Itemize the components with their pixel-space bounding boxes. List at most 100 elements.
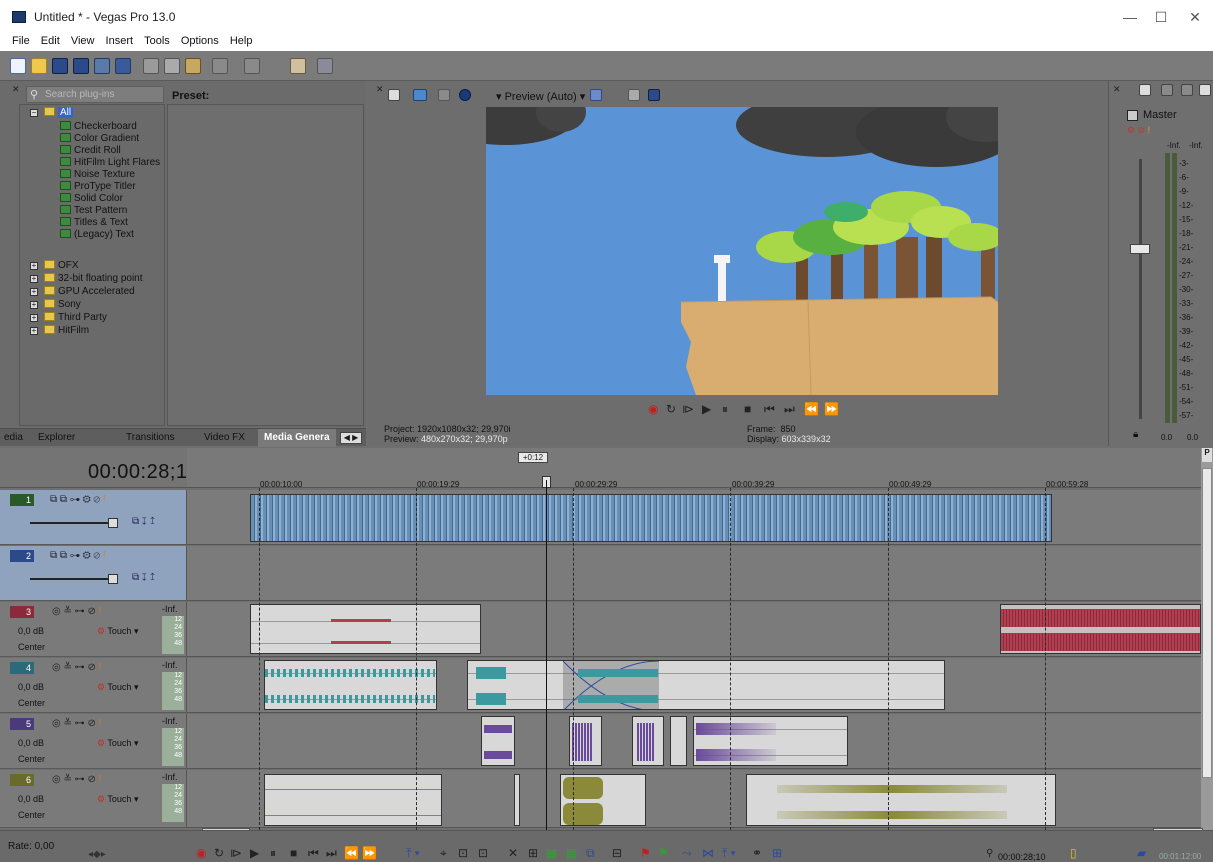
minimize-button[interactable]: — xyxy=(1115,6,1145,28)
track-fx-icons[interactable]: ⧉ ⧉ ⊶ ⚙ ⊘ ! xyxy=(50,550,106,561)
track-fx-icons[interactable]: ⧉ ⧉ ⊶ ⚙ ⊘ ! xyxy=(50,494,106,505)
menu-view[interactable]: View xyxy=(67,34,99,49)
expand-icon[interactable]: + xyxy=(30,262,38,270)
track-header-6[interactable]: 6 ◎ ≚ ⊶ ⊘ ! -Inf. 0,0 dB ⚙ Touch ▾ Cente… xyxy=(0,770,187,828)
lock-envelopes-icon[interactable]: ⊟ xyxy=(612,846,622,860)
trim-start-icon[interactable]: ▦ xyxy=(546,846,557,860)
menu-edit[interactable]: Edit xyxy=(37,34,64,49)
grid-icon[interactable]: ⊞ xyxy=(772,846,782,860)
track-opacity-slider[interactable] xyxy=(30,578,110,580)
envelope-tool-icon[interactable]: ⌖ xyxy=(440,846,447,861)
track-automation-mode[interactable]: ⚙ Touch ▾ xyxy=(97,794,138,805)
audio-clip[interactable] xyxy=(632,716,664,766)
track-lane-2[interactable] xyxy=(187,546,1201,601)
master-volume-fader[interactable] xyxy=(1130,244,1150,254)
track-automation-mode[interactable]: ⚙ Touch ▾ xyxy=(97,738,138,749)
expand-icon[interactable]: + xyxy=(30,327,38,335)
save-as-icon[interactable] xyxy=(73,58,89,74)
go-to-start-icon[interactable]: ⏮ xyxy=(764,402,775,417)
track-opacity-slider[interactable] xyxy=(30,522,110,524)
menu-help[interactable]: Help xyxy=(226,34,257,49)
maximize-button[interactable]: ☐ xyxy=(1146,6,1176,28)
track-audio-icons[interactable]: ◎ ≚ ⊶ ⊘ ! xyxy=(52,606,101,617)
audio-clip[interactable] xyxy=(250,604,481,654)
tree-item-solid-color[interactable]: Solid Color xyxy=(60,193,123,205)
tab-scroll-arrows-icon[interactable]: ◀ ▶ xyxy=(340,432,362,444)
split-icon[interactable]: ⧉ xyxy=(586,846,595,861)
next-frame-icon-bottom[interactable]: ⏩ xyxy=(362,846,377,860)
trim-icon[interactable]: ⊞ xyxy=(528,846,538,860)
lock-icon[interactable]: 🔒︎ xyxy=(1133,429,1138,440)
tree-item-titles-text[interactable]: Titles & Text xyxy=(60,217,128,229)
track-automation-mode[interactable]: ⚙ Touch ▾ xyxy=(97,626,138,637)
play-icon[interactable]: ▶ xyxy=(702,402,711,416)
next-frame-icon[interactable]: ⏩ xyxy=(824,402,839,416)
track-header-3[interactable]: 3 ◎ ≚ ⊶ ⊘ ! -Inf. 0,0 dB ⚙ Touch ▾ Cente… xyxy=(0,602,187,657)
whats-this-help-icon[interactable] xyxy=(317,58,333,74)
tree-item-third-party[interactable]: Third Party xyxy=(44,312,107,324)
audio-clip[interactable] xyxy=(264,660,437,710)
track-opacity-handle[interactable] xyxy=(108,518,118,528)
tree-item-protype-titler[interactable]: ProType Titler xyxy=(60,181,136,193)
video-output-icon[interactable] xyxy=(413,89,427,101)
track-automation-mode[interactable]: ⚙ Touch ▾ xyxy=(97,682,138,693)
audio-clip[interactable] xyxy=(481,716,515,766)
menu-insert[interactable]: Insert xyxy=(102,34,138,49)
tree-item-32bit[interactable]: 32-bit floating point xyxy=(44,273,143,285)
copy-snapshot-icon[interactable] xyxy=(628,89,640,101)
panel-close-icon[interactable]: ✕ xyxy=(12,84,20,95)
downmix-icon[interactable] xyxy=(1139,84,1151,96)
open-icon[interactable] xyxy=(31,58,47,74)
tree-item-legacy-text[interactable]: (Legacy) Text xyxy=(60,229,134,241)
tree-item-gpu-accelerated[interactable]: GPU Accelerated xyxy=(44,286,135,298)
record-button-bottom[interactable]: ◉ xyxy=(196,846,206,860)
auto-ripple-icon[interactable]: ⤳ xyxy=(682,846,692,861)
save-icon[interactable] xyxy=(52,58,68,74)
tree-item-sony[interactable]: Sony xyxy=(44,299,81,311)
save-snapshot-icon[interactable] xyxy=(648,89,660,101)
undo-icon[interactable] xyxy=(212,58,228,74)
normal-edit-tool-icon[interactable]: ⤒ ▾ xyxy=(406,846,420,861)
expand-icon[interactable]: + xyxy=(30,275,38,283)
loop-icon-bottom[interactable]: ↻ xyxy=(214,846,224,860)
audio-clip[interactable] xyxy=(514,774,520,826)
pause-icon[interactable]: ⏸ xyxy=(722,402,728,417)
expand-icon[interactable]: + xyxy=(30,314,38,322)
dim-output-icon[interactable] xyxy=(1161,84,1173,96)
tree-item-test-pattern[interactable]: Test Pattern xyxy=(60,205,127,217)
video-clip[interactable] xyxy=(250,494,1052,542)
audio-clip[interactable] xyxy=(746,774,1056,826)
split-screen-icon[interactable] xyxy=(459,89,471,101)
go-to-start-icon-bottom[interactable]: ⏮ xyxy=(308,846,319,861)
go-to-end-icon[interactable]: ⏭ xyxy=(784,402,795,417)
trim-end-icon[interactable]: ▦ xyxy=(566,846,577,860)
track-opacity-handle[interactable] xyxy=(108,574,118,584)
auto-crossfade-icon[interactable]: ⋈ xyxy=(702,846,714,860)
audio-clip[interactable] xyxy=(693,716,848,766)
menu-file[interactable]: File xyxy=(8,34,34,49)
copy-icon[interactable] xyxy=(164,58,180,74)
play-from-start-icon[interactable]: ⧐ xyxy=(682,402,694,416)
lock-icon-bottom[interactable]: ⚭ xyxy=(752,846,762,860)
compositing-icons[interactable]: ⧉ ↧ ↥ xyxy=(132,516,155,527)
enable-snapping-icon[interactable] xyxy=(290,58,306,74)
track-audio-icons[interactable]: ◎ ≚ ⊶ ⊘ ! xyxy=(52,662,101,673)
redo-icon[interactable] xyxy=(244,58,260,74)
cut-icon[interactable] xyxy=(143,58,159,74)
tab-transitions[interactable]: Transitions xyxy=(126,429,175,447)
audio-clip[interactable] xyxy=(467,660,945,710)
collapse-icon[interactable]: − xyxy=(30,109,38,117)
selection-tool-icon[interactable]: ⊡ xyxy=(458,846,468,860)
mixer-settings-icon[interactable] xyxy=(1199,84,1211,96)
vertical-scroll-thumb[interactable] xyxy=(1202,468,1212,778)
tree-item-credit-roll[interactable]: Credit Roll xyxy=(60,145,121,157)
overlays-icon[interactable] xyxy=(590,89,602,101)
new-project-icon[interactable] xyxy=(10,58,26,74)
tab-project-media[interactable]: edia xyxy=(4,429,23,447)
track-header-2[interactable]: 2 ⧉ ⧉ ⊶ ⚙ ⊘ ! ⧉ ↧ ↥ xyxy=(0,546,187,601)
project-properties-icon[interactable] xyxy=(388,89,400,101)
track-header-5[interactable]: 5 ◎ ≚ ⊶ ⊘ ! -Inf. 0,0 dB ⚙ Touch ▾ Cente… xyxy=(0,714,187,769)
master-close-icon[interactable]: ✕ xyxy=(1113,84,1121,95)
insert-region-icon[interactable]: ⚑ xyxy=(658,846,669,860)
pause-icon-bottom[interactable]: ⏸ xyxy=(270,846,276,861)
